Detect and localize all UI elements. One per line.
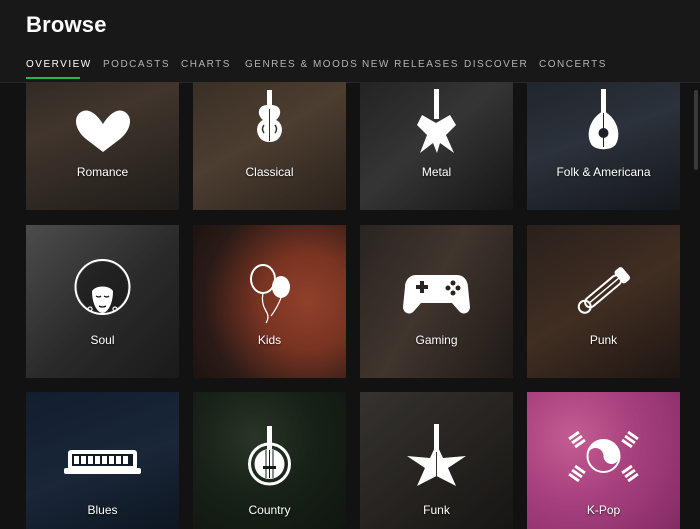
genre-tile-funk[interactable]: Funk — [360, 392, 513, 529]
genre-tile-gaming[interactable]: Gaming — [360, 225, 513, 378]
tab-new-releases[interactable]: NEW RELEASES — [362, 59, 459, 70]
safety-pin-icon — [577, 267, 631, 314]
tab-overview[interactable]: OVERVIEW — [26, 59, 92, 70]
genre-label: Gaming — [415, 333, 458, 347]
active-tab-indicator — [26, 77, 80, 79]
genre-label: Classical — [245, 165, 294, 179]
page-title: Browse — [26, 12, 107, 37]
tab-podcasts[interactable]: PODCASTS — [103, 59, 170, 70]
genre-tile-country[interactable]: Country — [193, 392, 346, 529]
violin-icon — [257, 90, 282, 142]
tab-concerts[interactable]: CONCERTS — [539, 59, 607, 70]
genre-label: K-Pop — [586, 503, 621, 517]
heart-icon — [75, 110, 131, 152]
genre-label: Romance — [76, 165, 129, 179]
electric-guitar-icon — [417, 89, 456, 153]
genre-label: Punk — [589, 333, 618, 347]
genre-label: Blues — [87, 503, 118, 517]
genre-label: Country — [248, 503, 291, 517]
genre-label: Folk & Americana — [556, 165, 651, 179]
browse-header: Browse OVERVIEW PODCASTS CHARTS GENRES &… — [0, 0, 700, 83]
gamepad-icon — [403, 275, 470, 314]
genre-label: Kids — [257, 333, 282, 347]
tab-genres-moods[interactable]: GENRES & MOODS — [245, 59, 358, 70]
genre-tile-classical[interactable]: Classical — [193, 82, 346, 210]
genre-label: Metal — [421, 165, 452, 179]
tab-charts[interactable]: CHARTS — [181, 59, 231, 70]
genre-tile-metal[interactable]: Metal — [360, 82, 513, 210]
genre-tile-soul[interactable]: Soul — [26, 225, 179, 378]
genre-tile-kids[interactable]: Kids — [193, 225, 346, 378]
genre-label: Funk — [423, 503, 450, 517]
balloons-icon — [250, 264, 290, 324]
scrollbar[interactable] — [694, 90, 698, 170]
mandolin-icon — [588, 89, 619, 150]
genre-tile-punk[interactable]: Punk — [527, 225, 680, 378]
genre-tile-blues[interactable]: Blues — [26, 392, 179, 529]
genre-grid: Romance Classical Metal Folk & Americana… — [0, 82, 700, 529]
genre-tile-romance[interactable]: Romance — [26, 82, 179, 210]
afro-face-icon — [74, 259, 131, 315]
genre-label: Soul — [90, 333, 115, 347]
genre-tile-folk-americana[interactable]: Folk & Americana — [527, 82, 680, 210]
tab-discover[interactable]: DISCOVER — [464, 59, 528, 70]
genre-tile-k-pop[interactable]: K-Pop — [527, 392, 680, 529]
